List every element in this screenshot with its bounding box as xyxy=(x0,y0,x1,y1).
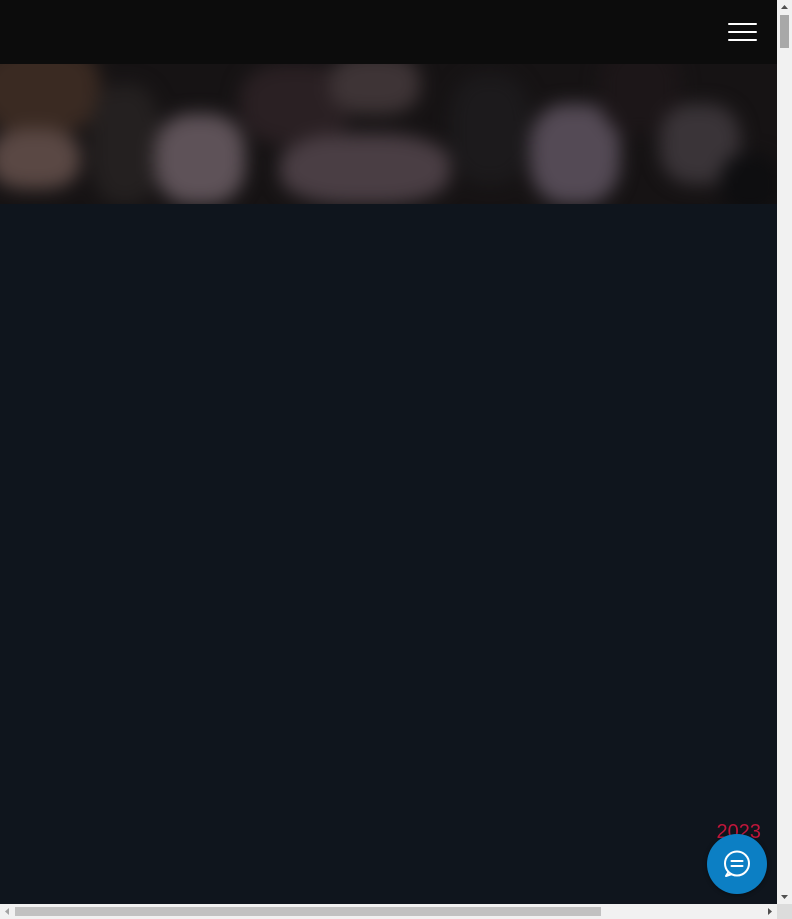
scroll-left-arrow-icon[interactable] xyxy=(0,904,15,919)
hero-banner-image xyxy=(0,64,777,204)
menu-line xyxy=(728,31,757,33)
scroll-right-arrow-icon[interactable] xyxy=(762,904,777,919)
vertical-scrollbar[interactable] xyxy=(777,0,792,904)
vertical-scrollbar-thumb[interactable] xyxy=(780,15,789,48)
hamburger-menu-icon[interactable] xyxy=(728,21,757,42)
scroll-up-arrow-icon[interactable] xyxy=(777,0,792,15)
page-viewport: 2023 xyxy=(0,0,777,904)
horizontal-scrollbar[interactable] xyxy=(0,904,777,919)
hero-blurred-photo xyxy=(0,64,777,204)
chat-bubble-icon xyxy=(724,850,750,877)
horizontal-scrollbar-thumb[interactable] xyxy=(15,907,601,916)
menu-line xyxy=(728,23,757,25)
chat-button[interactable] xyxy=(707,834,767,894)
scrollbar-corner xyxy=(777,904,792,919)
top-navigation-bar xyxy=(0,0,777,64)
menu-line xyxy=(728,39,757,41)
scroll-down-arrow-icon[interactable] xyxy=(777,889,792,904)
